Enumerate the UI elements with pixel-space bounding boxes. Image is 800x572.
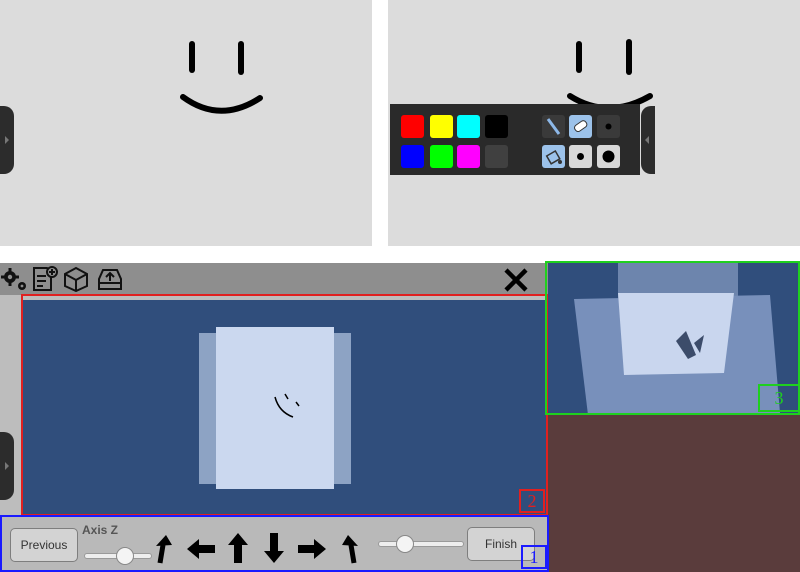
color-swatch-cyan[interactable]: [457, 115, 480, 138]
paint-bucket-icon: [545, 150, 562, 165]
upload-icon[interactable]: [95, 266, 125, 292]
smiley-drawing: [180, 41, 263, 114]
brush-size-small-button[interactable]: [597, 115, 620, 138]
annotation-label-2: 2: [519, 489, 545, 513]
settings-gears-icon[interactable]: [1, 266, 29, 292]
editor-toolbar: [0, 263, 548, 295]
brush-size-medium-button[interactable]: [569, 145, 592, 168]
drawer-toggle-tab[interactable]: [0, 432, 14, 500]
annotation-box-1: [0, 515, 549, 572]
annotation-label-3: 3: [758, 384, 800, 412]
drawer-toggle-tab[interactable]: [0, 106, 14, 174]
eraser-tool-button[interactable]: [569, 115, 592, 138]
color-swatch-gray[interactable]: [485, 145, 508, 168]
medium-dot-icon: [577, 153, 584, 160]
brush-size-large-button[interactable]: [597, 145, 620, 168]
pen-icon: [546, 118, 561, 135]
pen-tool-button[interactable]: [542, 115, 565, 138]
color-swatch-yellow[interactable]: [430, 115, 453, 138]
color-swatch-red[interactable]: [401, 115, 424, 138]
color-swatch-green[interactable]: [430, 145, 453, 168]
color-swatch-magenta[interactable]: [457, 145, 480, 168]
floor-panel: [548, 415, 800, 572]
annotation-box-2: [21, 294, 548, 516]
chevron-left-icon: [645, 136, 649, 144]
add-note-icon[interactable]: [31, 266, 59, 292]
cube-icon[interactable]: [62, 266, 90, 292]
large-dot-icon: [602, 150, 615, 163]
close-icon[interactable]: [503, 267, 529, 293]
small-dot-icon: [605, 123, 612, 130]
drawer-toggle-tab[interactable]: [641, 106, 655, 174]
chevron-right-icon: [5, 136, 9, 144]
color-swatch-black[interactable]: [485, 115, 508, 138]
drawing-canvas-left[interactable]: [0, 0, 372, 246]
annotation-label-1: 1: [521, 545, 547, 569]
eraser-icon: [574, 120, 588, 133]
fill-tool-button[interactable]: [542, 145, 565, 168]
color-palette: [390, 104, 640, 175]
color-swatch-blue[interactable]: [401, 145, 424, 168]
chevron-right-icon: [5, 462, 9, 470]
